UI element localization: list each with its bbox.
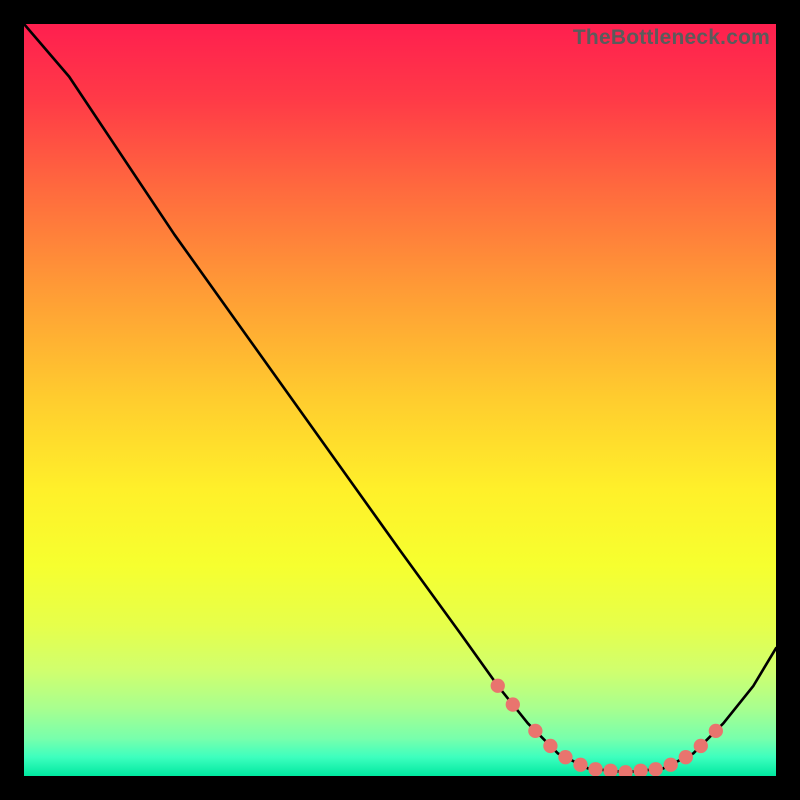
curve-marker — [679, 750, 693, 764]
curve-marker — [649, 762, 663, 776]
bottleneck-curve — [24, 24, 776, 772]
plot-overlay — [24, 24, 776, 776]
curve-markers — [491, 679, 723, 776]
curve-marker — [588, 762, 602, 776]
curve-marker — [543, 739, 557, 753]
watermark-text: TheBottleneck.com — [573, 26, 770, 50]
curve-marker — [709, 724, 723, 738]
plot-area: TheBottleneck.com — [24, 24, 776, 776]
curve-marker — [491, 679, 505, 693]
curve-marker — [633, 764, 647, 776]
curve-marker — [664, 758, 678, 772]
chart-stage: TheBottleneck.com — [0, 0, 800, 800]
curve-marker — [573, 758, 587, 772]
curve-marker — [694, 739, 708, 753]
curve-marker — [558, 750, 572, 764]
curve-marker — [618, 765, 632, 776]
curve-marker — [528, 724, 542, 738]
curve-marker — [506, 697, 520, 711]
curve-marker — [603, 764, 617, 776]
